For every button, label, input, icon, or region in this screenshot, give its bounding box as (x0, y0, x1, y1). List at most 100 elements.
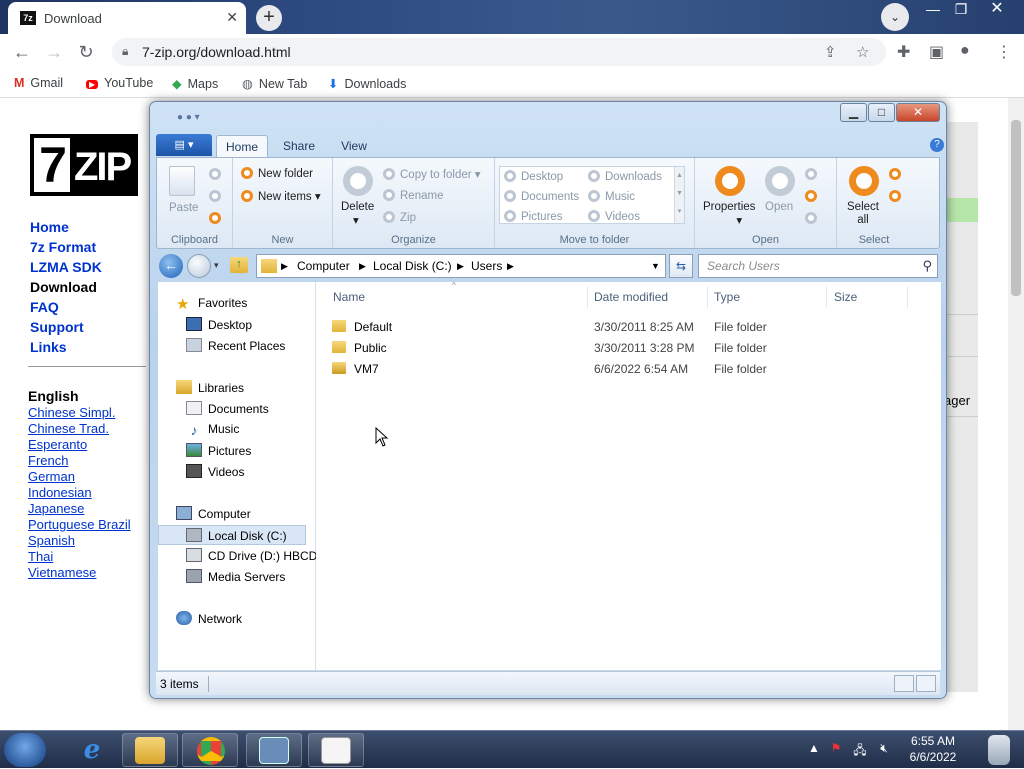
open-button[interactable]: Open (765, 201, 793, 213)
explorer-maximize-button[interactable]: □ (868, 103, 895, 122)
nav-desktop[interactable]: Desktop (186, 317, 252, 332)
taskbar-ie[interactable]: e (64, 733, 120, 767)
recent-locations-icon[interactable]: ▾ (214, 260, 219, 271)
bookmark-downloads[interactable]: ⬇ Downloads (328, 76, 406, 91)
forward-button[interactable] (187, 254, 211, 278)
tab-share[interactable]: Share (274, 135, 324, 157)
nav-music[interactable]: ♪ Music (186, 422, 240, 437)
details-view-icon[interactable] (894, 675, 914, 692)
file-menu-button[interactable]: ▤ ▾ (156, 134, 212, 156)
nav-libraries[interactable]: Libraries (176, 380, 244, 395)
tab-close-icon[interactable]: ✕ (226, 9, 238, 26)
column-divider[interactable] (707, 286, 708, 308)
breadcrumb-computer[interactable]: Computer (297, 259, 350, 273)
site-nav-7z-format[interactable]: 7z Format (30, 239, 96, 255)
up-folder-icon[interactable]: ↑ (230, 257, 248, 273)
extensions-icon[interactable]: ✚ (897, 42, 910, 62)
nav-favorites[interactable]: ★ Favorites (176, 296, 247, 312)
profile-icon[interactable]: ● (960, 42, 970, 60)
search-icon[interactable]: ⚲ (922, 258, 932, 274)
copy-to-folder-button[interactable]: Copy to folder ▾ (383, 167, 481, 181)
taskbar-chrome[interactable] (182, 733, 238, 767)
user-avatar-icon[interactable] (976, 731, 1022, 769)
nav-pictures[interactable]: Pictures (186, 443, 251, 458)
move-downloads[interactable]: Downloads (588, 170, 662, 183)
reload-icon[interactable]: ↻ (76, 42, 96, 63)
column-date-modified[interactable]: Date modified (594, 290, 668, 304)
action-center-flag-icon[interactable]: ⚑ (828, 741, 844, 757)
page-scrollbar[interactable] (1008, 98, 1024, 730)
close-browser-button[interactable]: ✕ (982, 0, 1012, 20)
lang-link[interactable]: Esperanto (28, 437, 87, 452)
system-clock[interactable]: 6:55 AM 6/6/2022 (900, 733, 966, 767)
explorer-titlebar[interactable] (150, 102, 946, 132)
select-none-icon[interactable] (889, 168, 901, 180)
move-desktop[interactable]: Desktop (504, 170, 563, 183)
delete-button[interactable]: Delete ▾ (341, 201, 374, 227)
nav-computer[interactable]: Computer (176, 506, 251, 521)
file-row[interactable]: Public 3/30/2011 3:28 PM File folder (332, 338, 932, 358)
scrollbar-thumb[interactable] (1011, 120, 1021, 296)
copy-icon[interactable] (209, 190, 221, 202)
forward-icon[interactable]: → (44, 42, 64, 63)
quick-access-toolbar[interactable]: ● ● ▾ (177, 112, 247, 128)
column-divider[interactable] (907, 286, 908, 308)
chevron-right-icon[interactable]: ▶ (359, 261, 366, 272)
large-icons-view-icon[interactable] (916, 675, 936, 692)
bookmark-star-icon[interactable]: ☆ (856, 43, 869, 61)
tray-expand-icon[interactable]: ▲ (806, 741, 822, 757)
lang-link[interactable]: Spanish (28, 533, 75, 548)
lang-link[interactable]: German (28, 469, 75, 484)
new-tab-button[interactable]: + (256, 5, 282, 31)
explorer-close-button[interactable]: ✕ (896, 103, 940, 122)
lang-link[interactable]: Portuguese Brazil (28, 517, 131, 532)
refresh-button[interactable]: ⇆ (669, 254, 693, 278)
column-name[interactable]: Name (333, 290, 365, 304)
start-button[interactable] (4, 733, 46, 767)
move-videos[interactable]: Videos (588, 210, 640, 223)
lang-link[interactable]: Vietnamese (28, 565, 96, 580)
tab-search-button[interactable]: ⌄ (881, 3, 909, 31)
lang-link[interactable]: Chinese Simpl. (28, 405, 115, 420)
edit-icon[interactable] (805, 168, 817, 180)
bookmark-newtab[interactable]: ◍ New Tab (242, 76, 307, 91)
move-documents[interactable]: Documents (504, 190, 579, 203)
nav-cd-drive[interactable]: CD Drive (D:) HBCD_ (186, 548, 316, 563)
column-size[interactable]: Size (834, 290, 857, 304)
lang-link[interactable]: Chinese Trad. (28, 421, 109, 436)
address-bar[interactable]: 🔒︎ 7-zip.org/download.html ⇪ ☆ (112, 38, 886, 66)
move-music[interactable]: Music (588, 190, 635, 203)
file-row[interactable]: VM7 6/6/2022 6:54 AM File folder (332, 359, 932, 379)
nav-documents[interactable]: Documents (186, 401, 269, 416)
rename-button[interactable]: Rename (383, 189, 443, 202)
site-nav-lzma-sdk[interactable]: LZMA SDK (30, 259, 102, 275)
open-menu-icon[interactable] (805, 190, 817, 202)
history-icon[interactable] (805, 212, 817, 224)
paste-button[interactable]: Paste (169, 202, 198, 214)
back-button[interactable]: ← (159, 254, 183, 278)
gallery-scroll-icon[interactable]: ▲ ▼ ▾ (674, 167, 684, 223)
lang-link[interactable]: Thai (28, 549, 53, 564)
sidepanel-icon[interactable]: ▣ (929, 42, 944, 62)
menu-icon[interactable]: ⋮ (996, 42, 1012, 62)
nav-recent-places[interactable]: Recent Places (186, 338, 285, 353)
column-divider[interactable] (826, 286, 827, 308)
back-icon[interactable]: ← (12, 42, 32, 63)
tab-view[interactable]: View (330, 135, 378, 157)
column-type[interactable]: Type (714, 290, 740, 304)
site-nav-support[interactable]: Support (30, 319, 84, 335)
nav-network[interactable]: Network (176, 611, 242, 626)
chevron-right-icon[interactable]: ▶ (507, 261, 514, 272)
bookmark-maps[interactable]: ◆ Maps (172, 76, 218, 91)
chevron-down-icon[interactable]: ▼ (651, 261, 660, 271)
breadcrumb-local-disk[interactable]: Local Disk (C:) (373, 259, 452, 273)
lang-link[interactable]: French (28, 453, 68, 468)
browser-tab[interactable]: 7z Download ✕ (8, 2, 246, 34)
site-nav-download[interactable]: Download (30, 279, 97, 295)
lang-link[interactable]: Indonesian (28, 485, 92, 500)
tab-home[interactable]: Home (216, 135, 268, 157)
help-icon[interactable]: ? (930, 138, 944, 152)
properties-button[interactable]: Properties ▾ (703, 201, 755, 227)
nav-videos[interactable]: Videos (186, 464, 244, 479)
explorer-address-bar[interactable]: ▶ Computer ▶ Local Disk (C:) ▶ Users ▶ ▼ (256, 254, 666, 278)
